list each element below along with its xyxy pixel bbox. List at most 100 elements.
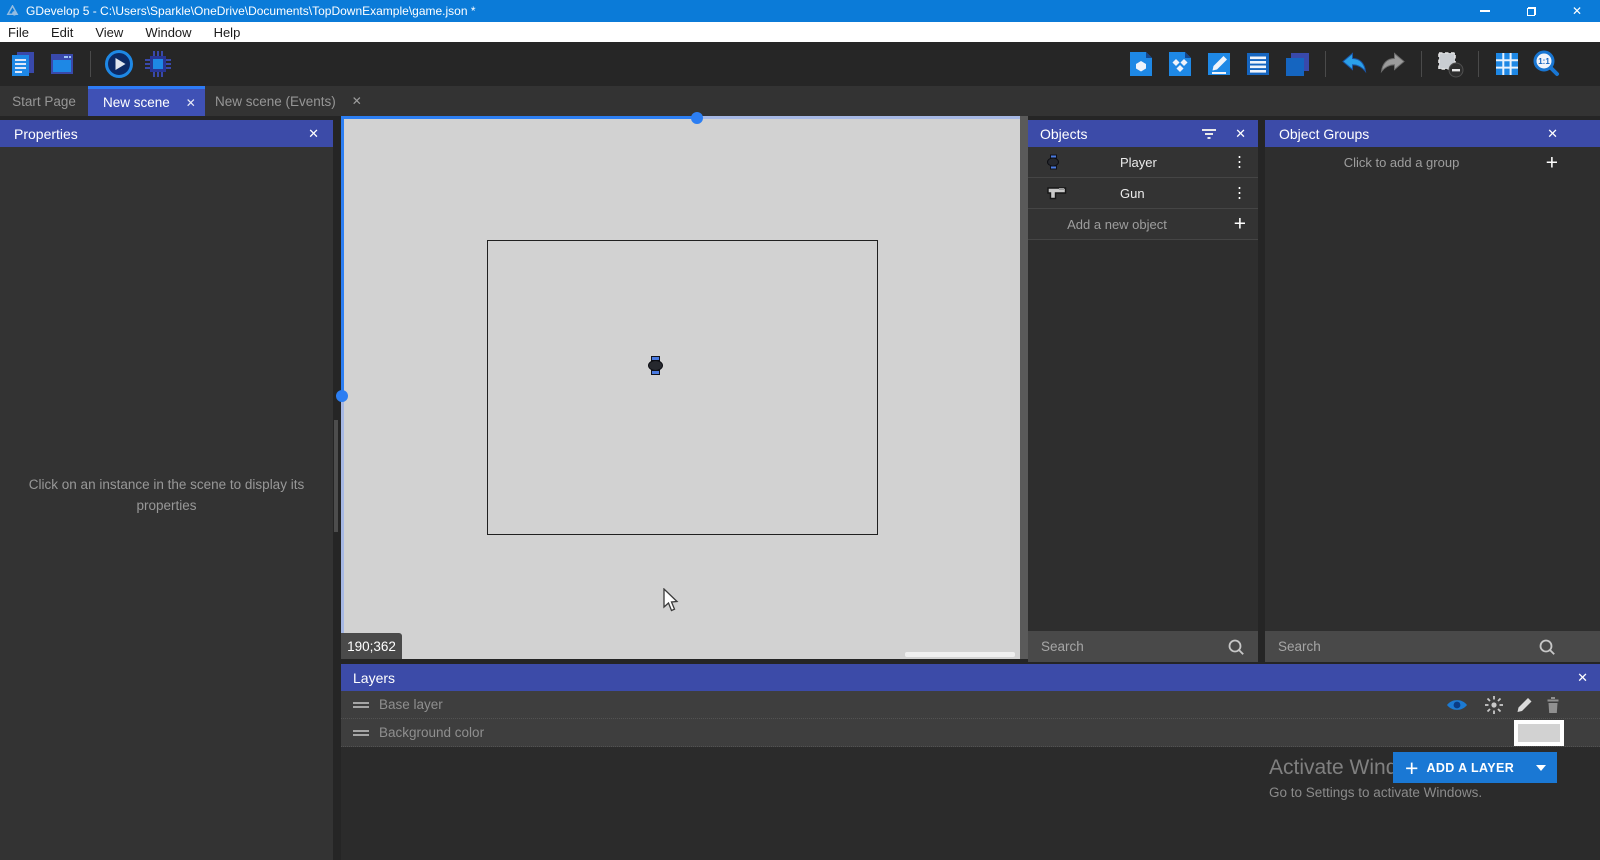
grid-icon[interactable]: [1492, 49, 1522, 79]
layers-title: Layers: [353, 670, 395, 686]
layers-panel: Layers ✕ Base layer: [341, 664, 1600, 860]
toolbar-divider: [1325, 51, 1326, 77]
properties-panel: Properties ✕ Click on an instance in the…: [0, 120, 333, 860]
kebab-menu-icon[interactable]: ⋮: [1232, 186, 1247, 201]
close-icon[interactable]: ✕: [1577, 670, 1588, 686]
minimize-icon: [1480, 10, 1490, 12]
layer-name: Base layer: [379, 697, 443, 712]
zoom-original-label: 1:1: [1538, 57, 1550, 66]
watermark-line2: Go to Settings to activate Windows.: [1269, 785, 1482, 800]
visibility-eye-icon[interactable]: [1446, 697, 1468, 713]
toolbar-divider: [90, 51, 91, 77]
object-groups-icon[interactable]: [1165, 49, 1195, 79]
caret-down-icon[interactable]: [1536, 765, 1546, 771]
tab-label: New scene (Events): [215, 94, 336, 109]
resize-handle-top[interactable]: [691, 112, 703, 124]
menu-edit[interactable]: Edit: [40, 22, 84, 42]
filter-icon[interactable]: [1201, 128, 1217, 140]
restore-button[interactable]: [1508, 0, 1554, 22]
kebab-menu-icon[interactable]: ⋮: [1232, 155, 1247, 170]
edit-layer-icon[interactable]: [1516, 696, 1533, 713]
cursor-coordinates-badge: 190;362: [341, 633, 402, 659]
toolbar-left-group: [8, 42, 173, 86]
player-instance[interactable]: [647, 356, 663, 375]
groups-search-input[interactable]: [1278, 639, 1538, 654]
tab-close-icon[interactable]: ✕: [186, 96, 196, 110]
menu-window[interactable]: Window: [134, 22, 202, 42]
tab-label: Start Page: [12, 94, 76, 109]
scene-window-edge-left-selected: [341, 116, 344, 396]
add-group-label: Click to add a group: [1265, 155, 1538, 170]
scene-window-icon[interactable]: [47, 49, 77, 79]
editor-tab-bar: Start Page New scene ✕ New scene (Events…: [0, 86, 1600, 116]
main-toolbar: 1:1: [0, 42, 1600, 86]
delete-layer-icon[interactable]: [1545, 696, 1561, 714]
scene-canvas[interactable]: 190;362: [341, 116, 1020, 659]
close-icon[interactable]: ✕: [308, 126, 319, 142]
gun-thumbnail-icon: [1046, 186, 1068, 201]
resize-handle-left[interactable]: [336, 390, 348, 402]
layer-name: Background color: [379, 725, 484, 740]
title-bar: GDevelop 5 - C:\Users\Sparkle\OneDrive\D…: [0, 0, 1600, 22]
objects-search-bar: [1028, 631, 1258, 662]
instance-properties-icon[interactable]: [1204, 49, 1234, 79]
scene-window-edge-left: [341, 396, 344, 659]
layer-row-base[interactable]: Base layer: [341, 691, 1600, 719]
layers-header: Layers ✕: [341, 664, 1600, 691]
project-manager-icon[interactable]: [8, 49, 38, 79]
layer-row-background-color[interactable]: Background color: [341, 719, 1600, 747]
objects-editor-icon[interactable]: [1126, 49, 1156, 79]
add-group-row[interactable]: Click to add a group +: [1265, 147, 1600, 178]
object-row-player[interactable]: Player ⋮: [1028, 147, 1258, 178]
object-groups-header: Object Groups ✕: [1265, 120, 1600, 147]
tab-new-scene[interactable]: New scene ✕: [88, 86, 205, 116]
plus-icon: +: [1546, 152, 1558, 173]
menu-help[interactable]: Help: [203, 22, 252, 42]
objects-title: Objects: [1040, 126, 1087, 142]
close-icon[interactable]: ✕: [1547, 126, 1558, 142]
menu-view[interactable]: View: [84, 22, 134, 42]
background-color-swatch[interactable]: [1514, 720, 1564, 746]
properties-header: Properties ✕: [0, 120, 333, 147]
deselect-icon[interactable]: [1435, 49, 1465, 79]
drag-handle-icon[interactable]: [353, 700, 369, 710]
add-object-label: Add a new object: [1028, 217, 1206, 232]
effects-icon[interactable]: [1484, 695, 1504, 715]
instances-list-icon[interactable]: [1243, 49, 1273, 79]
play-icon[interactable]: [104, 49, 134, 79]
window-title: GDevelop 5 - C:\Users\Sparkle\OneDrive\D…: [26, 4, 476, 18]
tab-close-icon[interactable]: ✕: [352, 94, 362, 108]
minimize-button[interactable]: [1462, 0, 1508, 22]
menu-file[interactable]: File: [0, 22, 40, 42]
add-object-row[interactable]: Add a new object +: [1028, 209, 1258, 240]
objects-panel: Objects ✕ Player ⋮ Gun ⋮: [1028, 120, 1258, 662]
tab-new-scene-events[interactable]: New scene (Events) ✕: [205, 86, 372, 116]
close-icon: ✕: [1572, 4, 1582, 18]
drag-handle-icon[interactable]: [353, 728, 369, 738]
scene-window-edge-top: [697, 116, 1020, 119]
redo-icon[interactable]: [1378, 49, 1408, 79]
undo-icon[interactable]: [1339, 49, 1369, 79]
debug-icon[interactable]: [143, 49, 173, 79]
close-button[interactable]: ✕: [1554, 0, 1600, 22]
close-icon[interactable]: ✕: [1235, 126, 1246, 142]
object-name: Player: [1120, 155, 1157, 170]
canvas-horizontal-scrollbar[interactable]: [905, 652, 1015, 657]
add-layer-label: ADD A LAYER: [1426, 761, 1514, 775]
canvas-vertical-scrollbar[interactable]: [1020, 116, 1028, 659]
toolbar-divider: [1421, 51, 1422, 77]
object-groups-title: Object Groups: [1279, 126, 1369, 142]
objects-search-input[interactable]: [1041, 639, 1227, 654]
object-row-gun[interactable]: Gun ⋮: [1028, 178, 1258, 209]
player-thumbnail-icon: [1046, 155, 1060, 170]
tab-label: New scene: [103, 95, 170, 110]
menu-bar: File Edit View Window Help: [0, 22, 1600, 42]
scene-window-edge-top-selected: [341, 116, 697, 119]
gdevelop-window: GDevelop 5 - C:\Users\Sparkle\OneDrive\D…: [0, 0, 1600, 860]
properties-scrollbar[interactable]: [334, 420, 338, 532]
tab-start-page[interactable]: Start Page: [0, 86, 88, 116]
layers-editor-icon[interactable]: [1282, 49, 1312, 79]
zoom-original-icon[interactable]: 1:1: [1531, 49, 1561, 79]
add-layer-button[interactable]: + ADD A LAYER: [1393, 752, 1557, 783]
mouse-cursor-icon: [663, 588, 681, 614]
